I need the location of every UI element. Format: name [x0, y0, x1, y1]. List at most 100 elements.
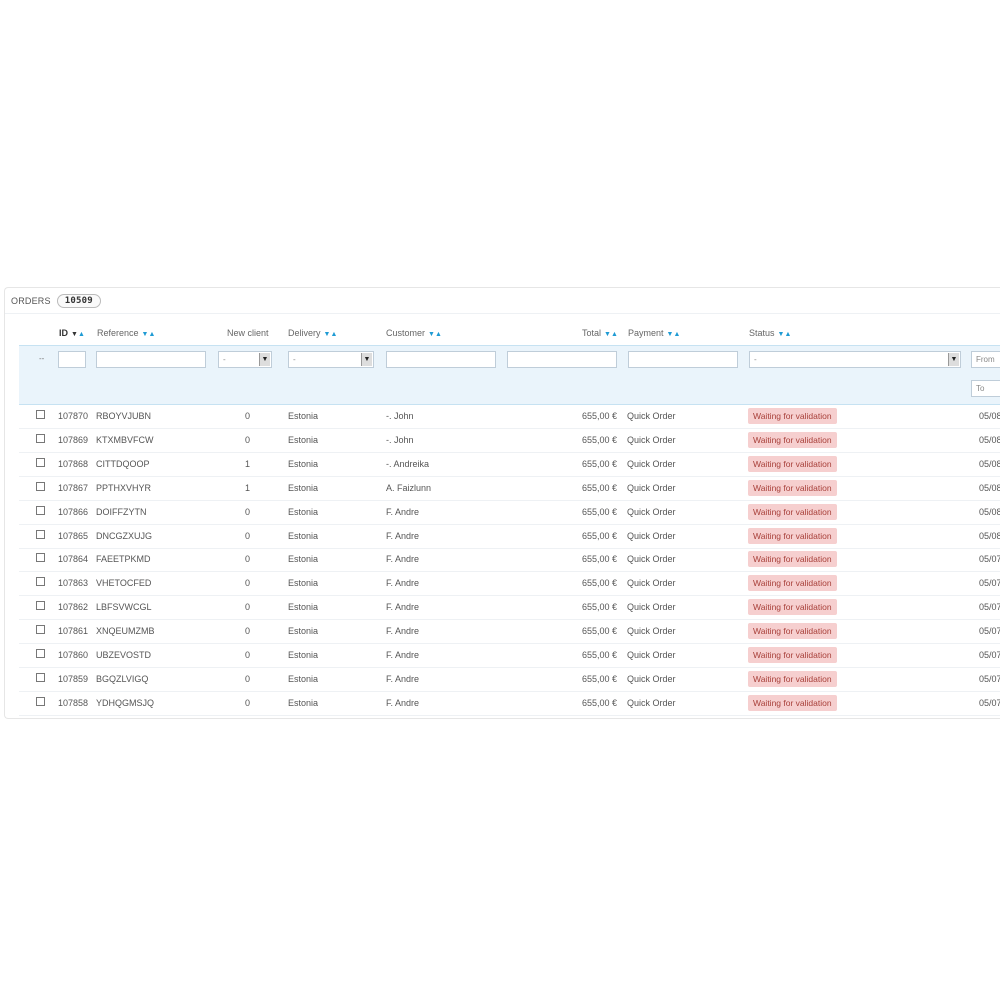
filter-reference-input[interactable] [96, 351, 206, 368]
table-row[interactable]: 107866 DOIFFZYTN 0 Estonia F. Andre Quick Ord… [19, 500, 1000, 525]
cell-customer: -. John [386, 411, 414, 421]
column-header-payment[interactable]: Payment ▼▲ [628, 328, 680, 338]
cell-payment: Quick Order [627, 554, 676, 565]
table-row[interactable]: 107865 DNCGZXUJG 0 Estonia F. Andre Quick Ord… [19, 524, 1000, 549]
status-badge: Waiting for validation [748, 647, 837, 663]
row-checkbox[interactable] [36, 696, 45, 706]
filter-new-client-select[interactable]: - ▼ [218, 351, 272, 368]
row-checkbox[interactable] [36, 481, 45, 491]
table-row[interactable]: 107862 LBFSVWCGL 0 Estonia F. Andre Quick Ord… [19, 595, 1000, 621]
sort-desc-icon[interactable]: ▼ [71, 331, 78, 338]
status-badge: Waiting for validation [748, 551, 837, 568]
filter-status-select[interactable]: - ▼ [749, 351, 961, 368]
cell-reference: UBZEVOSTD [96, 650, 152, 660]
cell-reference: FAEETPKMD [96, 554, 151, 565]
cell-id: 107870 [58, 411, 89, 421]
column-header-reference[interactable]: Reference ▼▲ [97, 328, 155, 338]
status-badge: Waiting for validation [748, 408, 837, 424]
table-row[interactable]: 107863 VHETOCFED 0 Estonia F. Andre Quick Ord… [19, 571, 1000, 597]
sort-asc-icon[interactable]: ▲ [673, 331, 680, 338]
table-row[interactable]: 107864 FAEETPKMD 0 Estonia F. Andre Quick Ord… [19, 547, 1000, 573]
sort-asc-icon[interactable]: ▲ [784, 331, 791, 338]
row-checkbox[interactable] [36, 625, 45, 635]
row-checkbox[interactable] [36, 649, 45, 658]
status-badge: Waiting for validation [748, 479, 837, 496]
table-row[interactable]: 107859 BGQZLVIGQ 0 Estonia F. Andre Quick Ord… [19, 667, 1000, 692]
table-row[interactable]: 107860 UBZEVOSTD 0 Estonia F. Andre Quick Ord… [19, 643, 1000, 668]
row-checkbox[interactable] [36, 529, 45, 539]
status-badge: Waiting for validation [748, 431, 837, 448]
column-header-delivery[interactable]: Delivery ▼▲ [288, 328, 337, 338]
status-badge: Waiting for validation [748, 694, 837, 711]
sort-desc-icon[interactable]: ▼ [428, 331, 435, 338]
status-badge: Waiting for validation [748, 575, 837, 592]
table-row[interactable]: 107867 PPTHXVHYR 1 Estonia A. Faizlunn Quick … [19, 476, 1000, 501]
cell-new-client: 0 [245, 626, 251, 637]
sort-asc-icon[interactable]: ▲ [330, 331, 337, 338]
table-row[interactable]: 107868 CITTDQOOP 1 Estonia -. Andreika Quick … [19, 452, 1000, 477]
row-checkbox[interactable] [36, 553, 45, 563]
sort-desc-icon[interactable]: ▼ [604, 331, 611, 338]
sort-asc-icon[interactable]: ▲ [148, 331, 155, 338]
sort-asc-icon[interactable]: ▲ [611, 331, 618, 338]
column-header-status[interactable]: Status ▼▲ [749, 328, 791, 338]
column-header-new-client-label: New client [227, 328, 269, 338]
cell-total: 655,00 € [581, 650, 617, 660]
filter-payment-input[interactable] [628, 351, 738, 368]
cell-delivery: Estonia [288, 506, 319, 517]
filter-status-value: - [754, 355, 757, 364]
cell-id: 107868 [58, 458, 89, 469]
dropdown-arrow-icon[interactable]: ▼ [948, 353, 959, 366]
row-checkbox[interactable] [36, 505, 45, 515]
column-header-new-client: New client [227, 328, 269, 338]
filter-customer-input[interactable] [386, 351, 496, 368]
column-header-customer[interactable]: Customer ▼▲ [386, 328, 442, 338]
cell-payment: Quick Order [627, 650, 676, 660]
filter-delivery-select[interactable]: - ▼ [288, 351, 374, 368]
filter-total-input[interactable] [507, 351, 617, 368]
sort-asc-icon[interactable]: ▲ [435, 331, 442, 338]
filter-date-from-input[interactable]: From [971, 351, 1000, 368]
cell-new-client: 0 [245, 530, 251, 541]
filter-bar: -- - ▼ - ▼ - ▼ From To [19, 345, 1000, 405]
row-checkbox[interactable] [36, 410, 45, 419]
table-row[interactable]: 107858 YDHQGMSJQ 0 Estonia F. Andre Quick Ord… [19, 691, 1000, 716]
cell-delivery: Estonia [288, 602, 319, 613]
column-header-id[interactable]: ID ▼▲ [59, 328, 85, 338]
table-row[interactable]: 107870 RBOYVJUBN 0 Estonia -. John Quick Orde… [19, 404, 1000, 429]
row-checkbox[interactable] [36, 672, 45, 682]
row-checkbox[interactable] [36, 433, 45, 443]
cell-id: 107869 [58, 434, 89, 445]
table-row[interactable]: 107869 KTXMBVFCW 0 Estonia -. John Quick Orde… [19, 428, 1000, 453]
column-header-total-label: Total [582, 328, 602, 338]
cell-reference: BGQZLVIGQ [96, 673, 149, 684]
cell-total: 655,00 € [581, 411, 617, 421]
cell-id: 107859 [58, 673, 89, 684]
filter-date-to-input[interactable]: To [971, 380, 1000, 397]
column-header-reference-label: Reference [97, 328, 139, 338]
cell-id: 107867 [58, 482, 89, 493]
row-checkbox[interactable] [36, 457, 45, 467]
cell-customer: A. Faizlunn [386, 482, 432, 493]
column-header-total[interactable]: Total ▼▲ [582, 328, 618, 338]
cell-delivery: Estonia [288, 626, 319, 637]
row-checkbox[interactable] [36, 601, 45, 611]
cell-payment: Quick Order [627, 530, 676, 541]
cell-date: 05/08 [979, 458, 1000, 469]
reset-filter-link[interactable]: -- [39, 354, 44, 363]
cell-total: 655,00 € [581, 530, 617, 541]
cell-reference: RBOYVJUBN [96, 411, 152, 421]
dropdown-arrow-icon[interactable]: ▼ [361, 353, 372, 366]
cell-new-client: 0 [245, 434, 251, 445]
cell-date: 05/07 [979, 626, 1000, 637]
cell-id: 107861 [58, 626, 89, 637]
cell-total: 655,00 € [581, 458, 617, 469]
cell-reference: PPTHXVHYR [96, 482, 152, 493]
dropdown-arrow-icon[interactable]: ▼ [259, 353, 270, 366]
sort-asc-icon[interactable]: ▲ [78, 331, 85, 338]
orders-panel: ORDERS 10509 ID ▼▲ Reference ▼▲ New client… [4, 287, 1000, 719]
row-checkbox[interactable] [36, 577, 45, 587]
table-row[interactable]: 107861 XNQEUMZMB 0 Estonia F. Andre Quick Ord… [19, 619, 1000, 645]
cell-delivery: Estonia [288, 578, 319, 589]
filter-id-input[interactable] [58, 351, 86, 368]
